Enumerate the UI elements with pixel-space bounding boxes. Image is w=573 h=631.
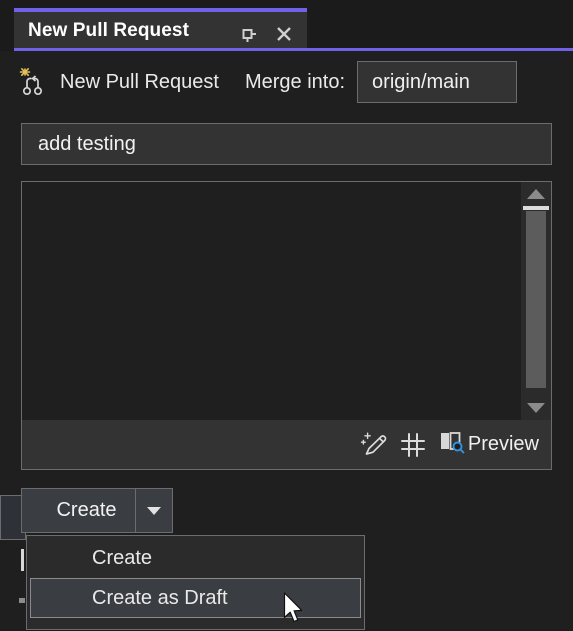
background-glyph-fragment (19, 598, 25, 603)
background-text-caret (21, 549, 24, 571)
scrollbar-thumb[interactable] (526, 211, 546, 388)
pr-title-input[interactable]: add testing (21, 123, 552, 165)
merge-into-label: Merge into: (244, 70, 346, 93)
pr-description-box: Preview (21, 181, 552, 470)
new-pull-request-icon (16, 66, 48, 98)
new-pull-request-panel: New Pull Request New Pull Request Merge … (0, 0, 573, 630)
preview-label: Preview (467, 433, 539, 455)
panel-header: New Pull Request Merge into: origin/main (0, 51, 573, 113)
tab-label: New Pull Request (28, 20, 190, 41)
menu-item-create[interactable]: Create (30, 538, 361, 578)
menu-item-create-as-draft[interactable]: Create as Draft (30, 578, 361, 618)
description-scrollbar[interactable] (521, 182, 551, 420)
header-title: New Pull Request (60, 70, 219, 93)
scroll-up-arrow-icon[interactable] (521, 182, 551, 206)
sparkle-pen-icon[interactable] (356, 426, 394, 464)
close-icon[interactable] (271, 21, 297, 47)
create-button[interactable]: Create (21, 488, 152, 533)
pin-icon[interactable] (235, 21, 261, 47)
scrollbar-track-top-marker (523, 206, 549, 210)
scroll-down-arrow-icon[interactable] (521, 396, 551, 420)
chevron-down-icon (147, 506, 161, 515)
preview-button[interactable]: Preview (432, 426, 541, 464)
pr-description-input[interactable] (22, 182, 521, 420)
description-toolbar: Preview (22, 420, 551, 469)
merge-target-select[interactable]: origin/main (357, 61, 518, 103)
tab-strip: New Pull Request (0, 0, 573, 52)
preview-split-pane-icon (438, 428, 466, 461)
create-dropdown-menu: Create Create as Draft (26, 535, 365, 630)
create-dropdown-toggle[interactable] (135, 488, 173, 533)
hash-icon[interactable] (394, 426, 432, 464)
tab-new-pull-request[interactable]: New Pull Request (14, 8, 307, 50)
